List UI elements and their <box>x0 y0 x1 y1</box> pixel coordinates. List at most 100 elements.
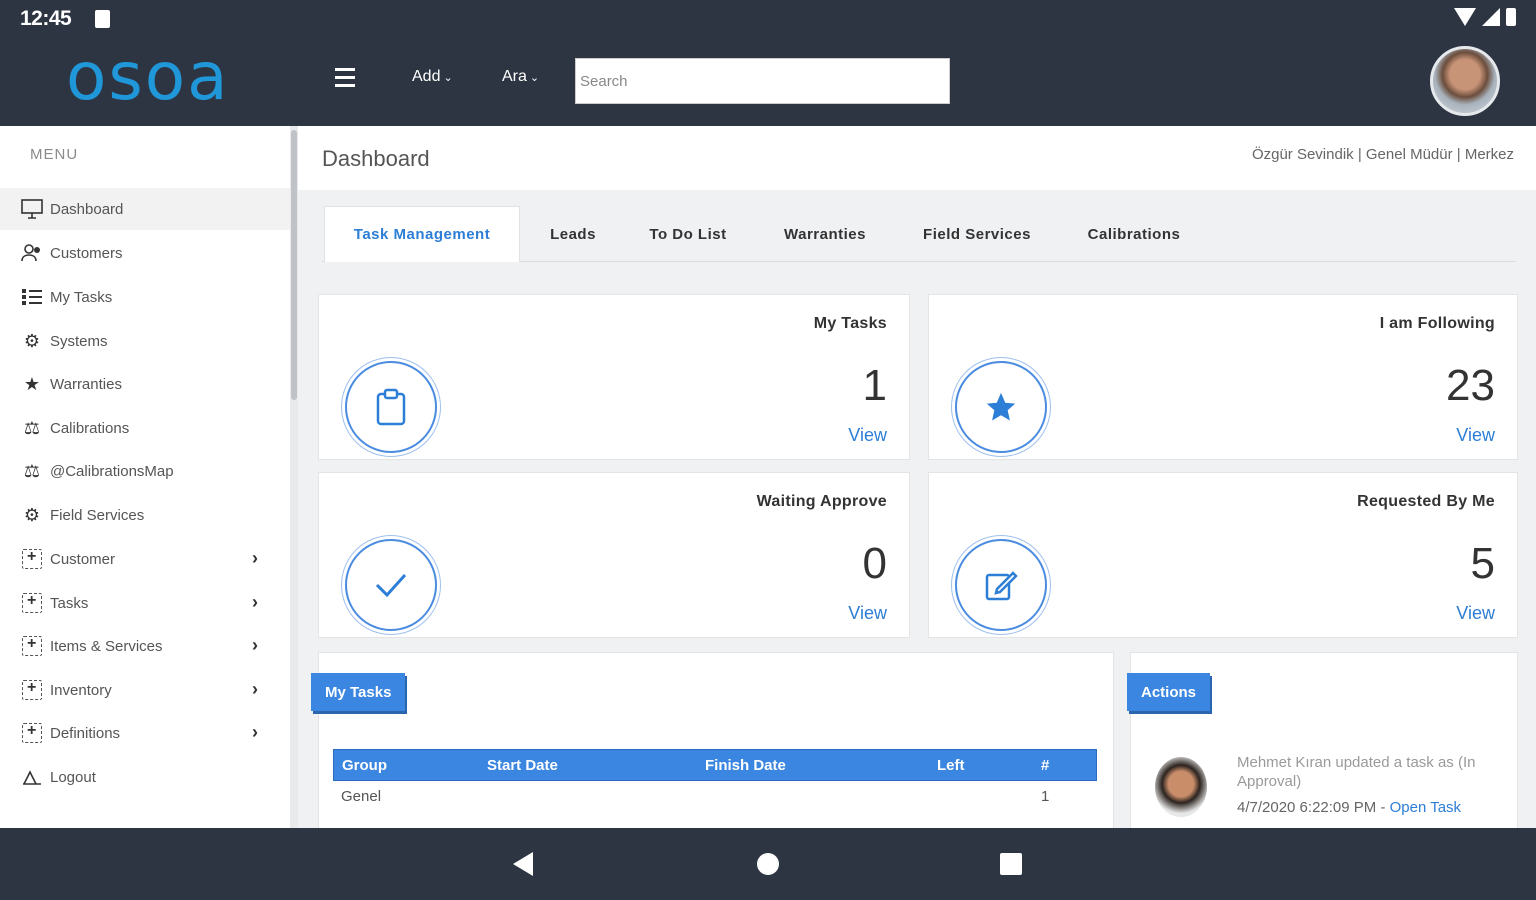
table-row[interactable]: Genel 1 <box>333 781 1097 813</box>
view-link[interactable]: View <box>848 603 887 624</box>
status-time: 12:45 <box>20 7 72 30</box>
chevron-down-icon: ⌄ <box>443 72 453 84</box>
user-info: Özgür Sevindik | Genel Müdür | Merkez <box>1251 146 1514 163</box>
scale-icon: ⚖ <box>23 417 41 438</box>
sidebar-item-label: Systems <box>50 332 108 350</box>
sidebar-item-field-services[interactable]: ⚙ Field Services <box>0 494 290 536</box>
recent-apps-icon[interactable] <box>1000 853 1022 875</box>
search-input[interactable] <box>575 58 950 104</box>
sidebar-item-my-tasks[interactable]: My Tasks <box>0 276 290 318</box>
menu-title: MENU <box>30 146 79 163</box>
sidebar-item-tasks[interactable]: Tasks › <box>0 582 290 624</box>
view-link[interactable]: View <box>1456 425 1495 446</box>
sidebar-item-calibrations[interactable]: ⚖ Calibrations <box>0 407 290 449</box>
cell-group: Genel <box>341 788 382 805</box>
ara-dropdown-label: Ara <box>502 68 527 85</box>
check-icon <box>345 539 437 631</box>
action-timestamp: 4/7/2020 6:22:09 PM - <box>1237 799 1390 816</box>
action-text: Mehmet Kıran updated a task as (In Appro… <box>1237 754 1476 790</box>
card-waiting-approve: Waiting Approve 0 View <box>318 472 910 638</box>
card-value: 0 <box>862 539 887 588</box>
wifi-icon <box>1454 8 1476 26</box>
my-tasks-panel: My Tasks Group Start Date Finish Date Le… <box>311 652 1114 828</box>
sidebar-scrollbar[interactable] <box>290 126 298 828</box>
tab-task-management[interactable]: Task Management <box>324 206 520 262</box>
action-meta: 4/7/2020 6:22:09 PM - Open Task <box>1237 799 1461 816</box>
top-bar: 12:45 osoa Add ⌄ Ara ⌄ <box>0 0 1536 126</box>
sidebar-item-label: @CalibrationsMap <box>50 462 174 480</box>
column-header-left[interactable]: Left <box>937 757 965 774</box>
system-nav-bar <box>0 828 1536 900</box>
card-value: 23 <box>1446 361 1495 410</box>
column-header-group[interactable]: Group <box>342 757 387 774</box>
card-value: 5 <box>1470 539 1495 588</box>
app-logo[interactable]: osoa <box>66 42 230 112</box>
sidebar-item-inventory[interactable]: Inventory › <box>0 669 290 711</box>
sidebar-item-systems[interactable]: ⚙ Systems <box>0 320 290 362</box>
sidebar-item-customer[interactable]: Customer › <box>0 538 290 580</box>
sidebar-item-logout[interactable]: Logout <box>0 756 290 798</box>
add-dropdown[interactable]: Add ⌄ <box>412 68 453 86</box>
card-my-tasks: My Tasks 1 View <box>318 294 910 460</box>
chevron-right-icon: › <box>252 592 258 612</box>
chevron-right-icon: › <box>252 722 258 742</box>
status-bar: 12:45 <box>0 0 1536 36</box>
monitor-icon <box>20 197 44 221</box>
column-header-finish-date[interactable]: Finish Date <box>705 757 786 774</box>
view-link[interactable]: View <box>848 425 887 446</box>
sidebar-item-definitions[interactable]: Definitions › <box>0 712 290 754</box>
sidebar-item-label: Items & Services <box>50 637 163 655</box>
card-i-am-following: I am Following 23 View <box>928 294 1518 460</box>
tab-field-services[interactable]: Field Services <box>906 206 1048 262</box>
card-requested-by-me: Requested By Me 5 View <box>928 472 1518 638</box>
column-header-start-date[interactable]: Start Date <box>487 757 558 774</box>
ara-dropdown[interactable]: Ara ⌄ <box>502 68 539 86</box>
tab-to-do-list[interactable]: To Do List <box>632 206 744 262</box>
plus-box-icon <box>20 591 44 615</box>
sidebar-item-calibrations-map[interactable]: ⚖ @CalibrationsMap <box>0 450 290 492</box>
logout-icon <box>20 765 44 789</box>
plus-box-icon <box>20 547 44 571</box>
actions-panel: Actions Mehmet Kıran updated a task as (… <box>1127 652 1518 828</box>
avatar <box>1155 757 1207 817</box>
sidebar-item-label: Inventory <box>50 681 112 699</box>
sidebar-item-label: Customer <box>50 550 116 568</box>
open-task-link[interactable]: Open Task <box>1390 799 1461 816</box>
actions-ribbon: Actions <box>1127 673 1211 711</box>
sidebar-item-label: Calibrations <box>50 419 130 437</box>
user-avatar[interactable] <box>1430 46 1500 116</box>
sidebar-item-label: Customers <box>50 244 123 262</box>
tab-leads[interactable]: Leads <box>528 206 618 262</box>
page-header: Dashboard Özgür Sevindik | Genel Müdür |… <box>298 126 1536 190</box>
column-header-count[interactable]: # <box>1041 757 1049 774</box>
card-title: I am Following <box>1379 315 1495 332</box>
add-dropdown-label: Add <box>412 68 441 85</box>
sidebar-item-dashboard[interactable]: Dashboard <box>0 188 290 230</box>
card-title: Waiting Approve <box>756 493 887 510</box>
sidebar-item-label: Tasks <box>50 594 89 612</box>
tab-warranties[interactable]: Warranties <box>764 206 886 262</box>
sidebar-item-warranties[interactable]: ★ Warranties <box>0 363 290 405</box>
hamburger-menu-icon[interactable] <box>335 68 355 92</box>
scale-icon: ⚖ <box>23 460 41 481</box>
sidebar-item-label: Definitions <box>50 724 121 742</box>
chevron-right-icon: › <box>252 548 258 568</box>
chevron-right-icon: › <box>252 679 258 699</box>
page-title: Dashboard <box>322 146 430 171</box>
tab-calibrations[interactable]: Calibrations <box>1068 206 1200 262</box>
cell-count: 1 <box>1041 788 1050 805</box>
card-title: My Tasks <box>813 315 887 332</box>
gear-icon: ⚙ <box>23 330 41 351</box>
view-link[interactable]: View <box>1456 603 1495 624</box>
home-icon[interactable] <box>757 853 779 875</box>
chevron-right-icon: › <box>252 635 258 655</box>
back-icon[interactable] <box>513 852 533 876</box>
plus-box-icon <box>20 721 44 745</box>
plus-box-icon <box>20 634 44 658</box>
edit-icon <box>955 539 1047 631</box>
sidebar-item-customers[interactable]: Customers <box>0 232 290 274</box>
table-header: Group Start Date Finish Date Left # <box>333 749 1097 781</box>
sidebar-item-items-services[interactable]: Items & Services › <box>0 625 290 667</box>
battery-icon <box>1506 8 1516 26</box>
card-title: Requested By Me <box>1357 493 1495 510</box>
